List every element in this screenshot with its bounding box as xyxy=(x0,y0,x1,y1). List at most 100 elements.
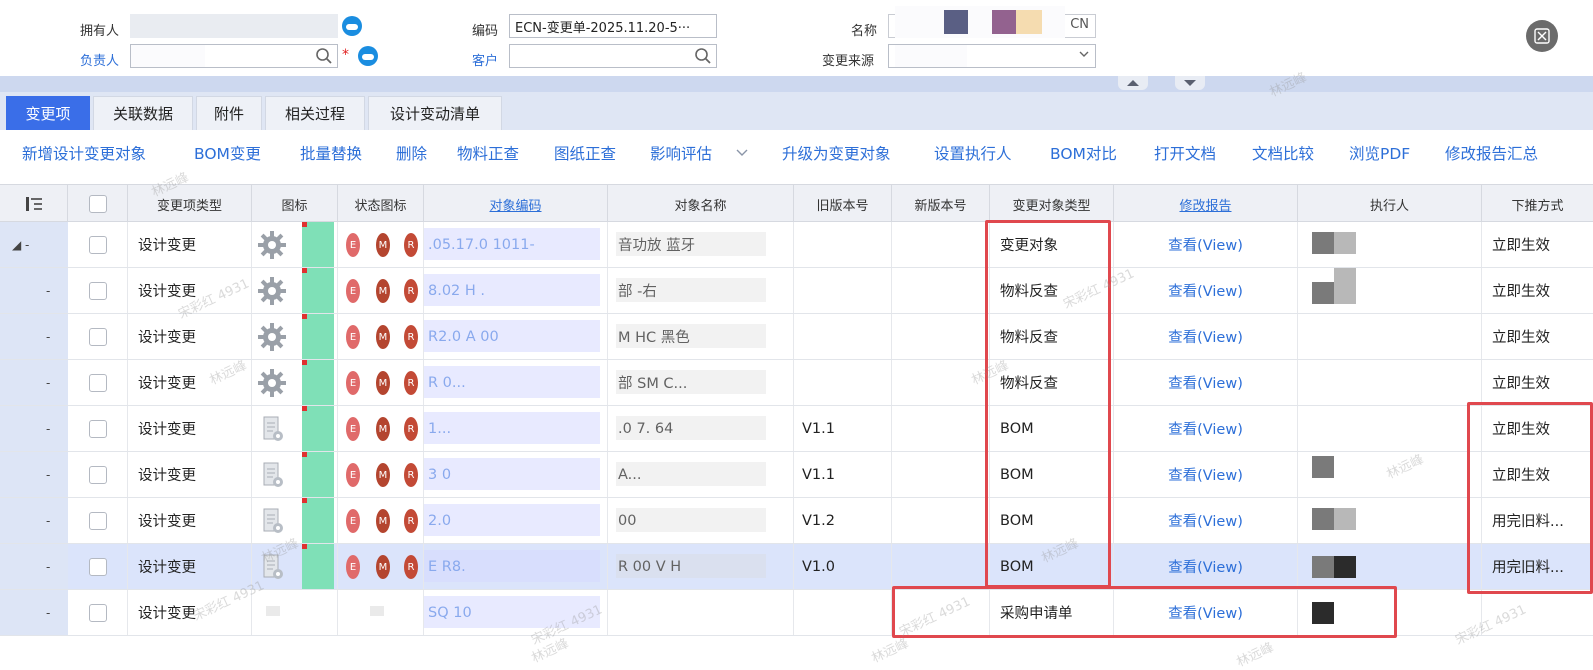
header-push-mode[interactable]: 下推方式 xyxy=(1482,185,1593,223)
report-summary-button[interactable]: 修改报告汇总 xyxy=(1445,142,1538,164)
view-report-link[interactable]: 查看(View) xyxy=(1114,498,1298,543)
tree-toggle[interactable]: - xyxy=(0,544,68,589)
set-executor-button[interactable]: 设置执行人 xyxy=(934,142,1012,164)
row-checkbox[interactable] xyxy=(88,373,107,392)
chevron-down-icon[interactable] xyxy=(736,148,748,158)
header-executor[interactable]: 执行人 xyxy=(1298,185,1482,223)
row-checkbox[interactable] xyxy=(88,281,107,300)
document-compare-button[interactable]: 文档比较 xyxy=(1252,142,1314,164)
file-type-icon xyxy=(302,268,334,313)
tab-related-data[interactable]: 关联数据 xyxy=(93,96,193,130)
row-checkbox[interactable] xyxy=(88,327,107,346)
tree-toggle[interactable]: - xyxy=(0,406,68,451)
view-report-link[interactable]: 查看(View) xyxy=(1114,268,1298,313)
toolbar: 新增设计变更对象 BOM变更 批量替换 删除 物料正查 图纸正查 影响评估 升级… xyxy=(0,130,1593,176)
impact-assessment-button[interactable]: 影响评估 xyxy=(650,142,712,164)
collapse-down-handle[interactable] xyxy=(1175,76,1205,90)
table-row[interactable]: -设计变更EMR 1... .0 7. 64V1.1BOM查看(View)立即生… xyxy=(0,406,1593,452)
view-report-link[interactable]: 查看(View) xyxy=(1114,360,1298,405)
object-code-link[interactable]: 3 0 xyxy=(424,452,608,497)
header-icon[interactable]: 图标 xyxy=(252,185,338,223)
executor-cell[interactable] xyxy=(1298,498,1482,543)
manager-field[interactable] xyxy=(130,44,338,68)
header-report[interactable]: 修改报告 xyxy=(1114,185,1298,223)
object-code-link[interactable]: R 0... xyxy=(424,360,608,405)
row-checkbox[interactable] xyxy=(88,603,107,622)
upgrade-to-change-object-button[interactable]: 升级为变更对象 xyxy=(782,142,891,164)
view-report-link[interactable]: 查看(View) xyxy=(1114,314,1298,359)
cloud-icon[interactable] xyxy=(358,46,378,66)
row-checkbox[interactable] xyxy=(88,419,107,438)
table-row[interactable]: -设计变更EMR 3 0 A...V1.1BOM查看(View)立即生效 xyxy=(0,452,1593,498)
row-checkbox[interactable] xyxy=(88,235,107,254)
executor-cell[interactable] xyxy=(1298,314,1482,359)
bom-compare-button[interactable]: BOM对比 xyxy=(1050,142,1117,164)
splitter-bar[interactable] xyxy=(0,76,1593,92)
collapse-up-handle[interactable] xyxy=(1118,76,1148,90)
object-code-link[interactable]: 2.0 xyxy=(424,498,608,543)
tree-toggle[interactable]: - xyxy=(0,590,68,635)
delete-button[interactable]: 删除 xyxy=(396,142,427,164)
object-code-link[interactable]: .05.17.0 1011- xyxy=(424,222,608,267)
browse-pdf-button[interactable]: 浏览PDF xyxy=(1349,142,1410,164)
cloud-icon[interactable] xyxy=(342,16,362,36)
tree-toggle[interactable]: - xyxy=(0,498,68,543)
material-lookup-button[interactable]: 物料正查 xyxy=(457,142,519,164)
highlight-object-type xyxy=(985,220,1111,588)
object-code-link[interactable]: E R8. xyxy=(424,544,608,589)
view-report-link[interactable]: 查看(View) xyxy=(1114,406,1298,451)
executor-cell[interactable] xyxy=(1298,406,1482,451)
open-document-button[interactable]: 打开文档 xyxy=(1154,142,1216,164)
tree-toggle[interactable]: - xyxy=(0,314,68,359)
tab-attachments[interactable]: 附件 xyxy=(196,96,262,130)
tree-toggle-column[interactable] xyxy=(0,185,68,223)
header-old-version[interactable]: 旧版本号 xyxy=(794,185,892,223)
status-m-icon: M xyxy=(376,371,390,395)
owner-field[interactable] xyxy=(130,14,338,38)
object-code-link[interactable]: R2.0 A 00 xyxy=(424,314,608,359)
change-type: 设计变更 xyxy=(128,544,252,589)
header-object-type[interactable]: 变更对象类型 xyxy=(990,185,1114,223)
object-code-link[interactable]: 1... xyxy=(424,406,608,451)
header-object-name[interactable]: 对象名称 xyxy=(608,185,794,223)
executor-cell[interactable] xyxy=(1298,268,1482,313)
tab-design-change-list[interactable]: 设计变动清单 xyxy=(368,96,502,130)
table-row[interactable]: -设计变更EMR 2.0 00V1.2BOM查看(View)用完旧料... xyxy=(0,498,1593,544)
view-report-link[interactable]: 查看(View) xyxy=(1114,222,1298,267)
header-object-code[interactable]: 对象编码 xyxy=(424,185,608,223)
tab-related-process[interactable]: 相关过程 xyxy=(265,96,365,130)
header-type[interactable]: 变更项类型 xyxy=(128,185,252,223)
drawing-lookup-button[interactable]: 图纸正查 xyxy=(554,142,616,164)
code-field[interactable]: ECN-变更单-2025.11.20-5··· xyxy=(509,14,717,38)
add-design-change-button[interactable]: 新增设计变更对象 xyxy=(22,142,146,164)
table-row[interactable]: ◢ -设计变更EMR.05.17.0 1011- 音功放 蓝牙变更对象查看(Vi… xyxy=(0,222,1593,268)
row-checkbox[interactable] xyxy=(88,557,107,576)
search-icon[interactable] xyxy=(315,47,333,65)
customer-field[interactable] xyxy=(509,44,717,68)
header-new-version[interactable]: 新版本号 xyxy=(892,185,990,223)
batch-replace-button[interactable]: 批量替换 xyxy=(300,142,362,164)
object-code-link[interactable]: 8.02 H . xyxy=(424,268,608,313)
tree-toggle[interactable]: ◢ - xyxy=(0,222,68,267)
icon-cell xyxy=(252,590,338,635)
row-checkbox[interactable] xyxy=(88,465,107,484)
collapse-icon[interactable] xyxy=(1526,20,1558,52)
row-checkbox[interactable] xyxy=(88,511,107,530)
bom-change-button[interactable]: BOM变更 xyxy=(194,142,261,164)
view-report-link[interactable]: 查看(View) xyxy=(1114,452,1298,497)
search-icon[interactable] xyxy=(694,47,712,65)
source-select[interactable] xyxy=(888,44,1096,68)
select-all-checkbox[interactable] xyxy=(88,195,107,213)
tab-change-items[interactable]: 变更项 xyxy=(6,96,90,130)
chevron-down-icon[interactable] xyxy=(1079,49,1089,59)
tree-list-icon[interactable] xyxy=(25,196,43,212)
table-row[interactable]: -设计变更EMRR2.0 A 00 M HC 黑色物料反查查看(View)立即生… xyxy=(0,314,1593,360)
view-report-link[interactable]: 查看(View) xyxy=(1114,544,1298,589)
tree-toggle[interactable]: - xyxy=(0,452,68,497)
executor-cell[interactable] xyxy=(1298,544,1482,589)
header-status-icon[interactable]: 状态图标 xyxy=(338,185,424,223)
executor-cell[interactable] xyxy=(1298,360,1482,405)
tree-toggle[interactable]: - xyxy=(0,360,68,405)
executor-cell[interactable] xyxy=(1298,222,1482,267)
tree-toggle[interactable]: - xyxy=(0,268,68,313)
